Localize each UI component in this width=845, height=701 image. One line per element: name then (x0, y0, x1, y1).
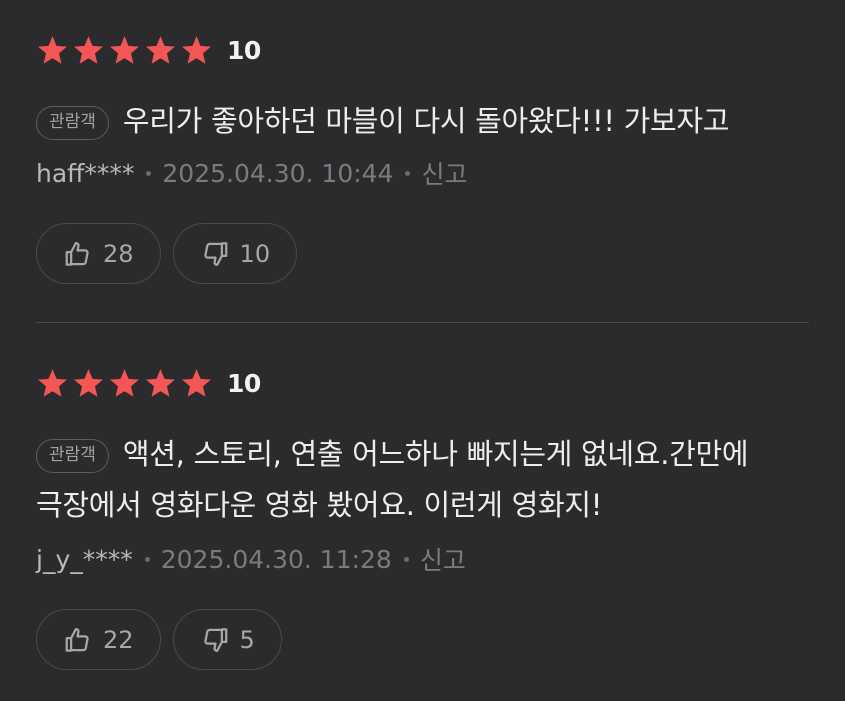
rating: 10 (36, 365, 261, 401)
review-meta: j_y_**** 2025.04.30. 11:28 신고 (36, 541, 466, 577)
dislike-button[interactable]: 10 (172, 223, 298, 284)
review-divider (36, 322, 809, 323)
dislike-button[interactable]: 5 (172, 609, 282, 670)
like-button[interactable]: 22 (36, 609, 161, 670)
separator-dot (144, 556, 150, 562)
star-rating (36, 34, 213, 67)
dislike-count: 5 (239, 625, 255, 654)
star-icon (38, 368, 67, 397)
thumbs-up-icon (65, 241, 89, 266)
dislike-count: 10 (239, 239, 271, 268)
audience-badge: 관람객 (36, 106, 109, 140)
report-link[interactable]: 신고 (421, 155, 467, 191)
thumbs-down-icon (203, 627, 227, 652)
report-link[interactable]: 신고 (420, 541, 466, 577)
audience-badge: 관람객 (36, 439, 109, 473)
review-text: 액션, 스토리, 연출 어느하나 빠지는게 없네요.간만에 극장에서 영화다운 … (36, 437, 749, 522)
rating-score: 10 (227, 35, 261, 65)
vote-buttons: 22 5 (36, 609, 282, 670)
review-datetime: 2025.04.30. 10:44 (162, 158, 394, 188)
star-icon (74, 35, 103, 64)
star-icon (110, 35, 139, 64)
review-text: 우리가 좋아하던 마블이 다시 돌아왔다!!! 가보자고 (122, 104, 730, 138)
like-count: 28 (103, 239, 134, 268)
star-icon (110, 368, 139, 397)
username: haff**** (36, 158, 135, 188)
like-count: 22 (103, 625, 134, 654)
review-datetime: 2025.04.30. 11:28 (160, 544, 392, 574)
separator-dot (403, 556, 409, 562)
star-icon (38, 35, 67, 64)
review-meta: haff**** 2025.04.30. 10:44 신고 (36, 155, 468, 191)
thumbs-up-icon (65, 627, 89, 652)
separator-dot (405, 170, 411, 176)
review-content: 관람객 액션, 스토리, 연출 어느하나 빠지는게 없네요.간만에 극장에서 영화… (36, 429, 809, 531)
star-icon (146, 35, 175, 64)
separator-dot (146, 170, 152, 176)
rating-score: 10 (227, 368, 261, 398)
username: j_y_**** (36, 544, 133, 574)
rating: 10 (36, 32, 261, 68)
vote-buttons: 28 10 (36, 223, 298, 284)
star-rating (36, 367, 213, 400)
like-button[interactable]: 28 (36, 223, 161, 284)
star-icon (182, 368, 211, 397)
star-icon (74, 368, 103, 397)
star-icon (182, 35, 211, 64)
thumbs-down-icon (203, 241, 227, 266)
star-icon (146, 368, 175, 397)
review-content: 관람객 우리가 좋아하던 마블이 다시 돌아왔다!!! 가보자고 (36, 96, 809, 147)
